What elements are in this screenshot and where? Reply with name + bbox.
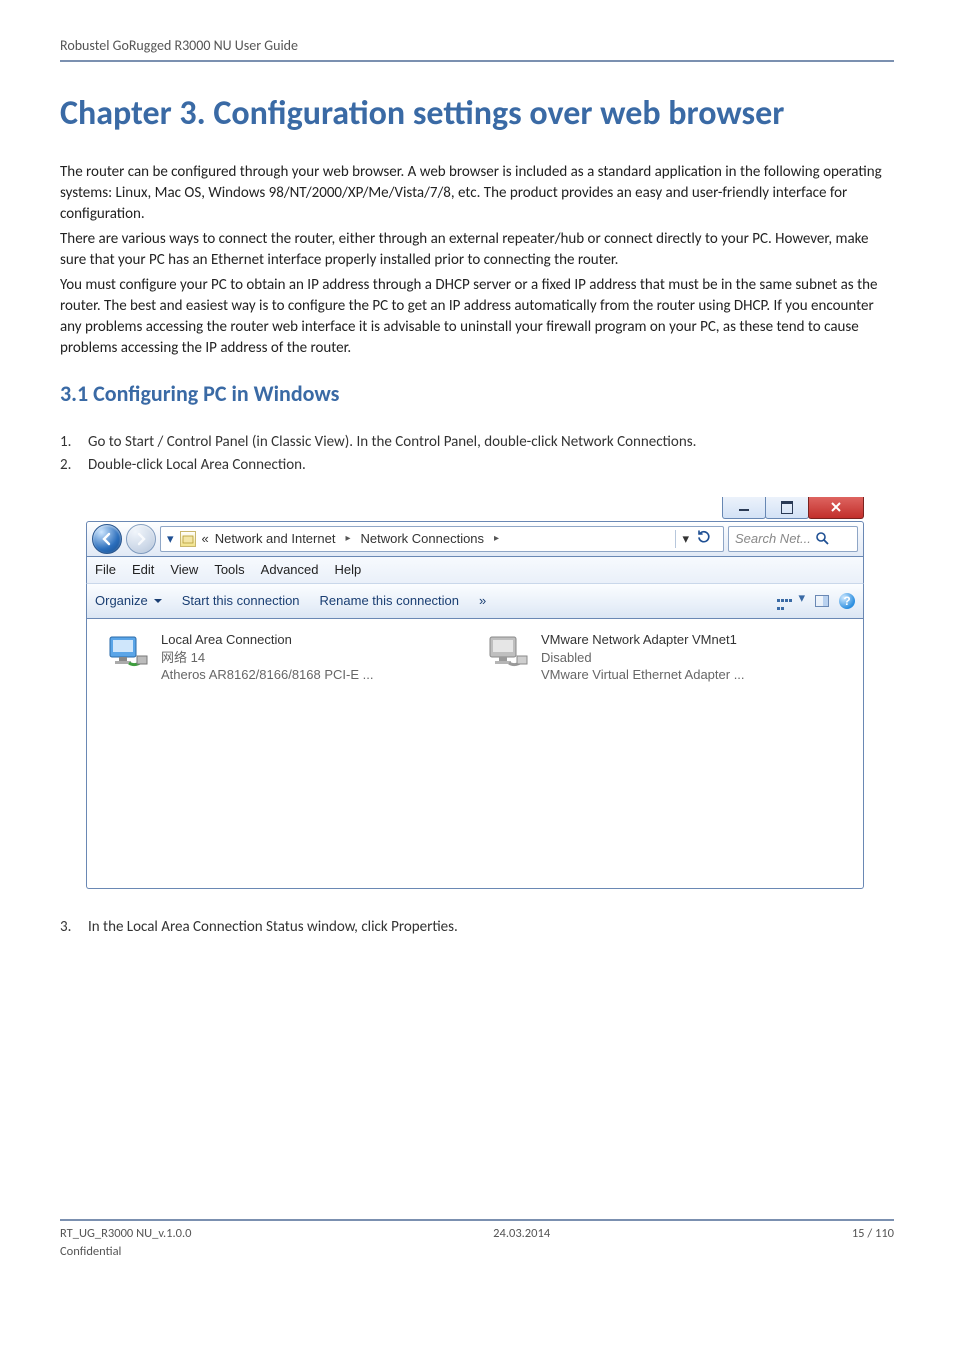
rename-connection-button[interactable]: Rename this connection — [320, 592, 459, 610]
connection-left-sub1: 网络 14 — [161, 649, 373, 667]
menu-edit[interactable]: Edit — [132, 561, 154, 579]
more-commands-button[interactable]: » — [479, 592, 486, 610]
menu-advanced[interactable]: Advanced — [261, 561, 319, 579]
menu-tools[interactable]: Tools — [214, 561, 244, 579]
network-connections-window: ▾ « Network and Internet ▸ Network Conne… — [86, 494, 864, 889]
footer-left: RT_UG_R3000 NU_v.1.0.0 — [60, 1225, 191, 1243]
back-arrow-icon — [99, 531, 115, 547]
forward-arrow-icon — [133, 531, 149, 547]
breadcrumb-seg-1[interactable]: Network and Internet — [215, 530, 336, 548]
change-view-button[interactable]: ▾ — [777, 589, 805, 613]
menu-help[interactable]: Help — [335, 561, 362, 579]
connection-left-sub2: Atheros AR8162/8166/8168 PCI-E ... — [161, 666, 373, 684]
page-footer: RT_UG_R3000 NU_v.1.0.0 24.03.2014 15 / 1… — [60, 1219, 894, 1260]
footer-center: 24.03.2014 — [493, 1225, 550, 1243]
intro-para-1: The router can be configured through you… — [60, 162, 894, 225]
connection-local-area[interactable]: Local Area Connection 网络 14 Atheros AR81… — [107, 631, 427, 684]
intro-para-3: You must configure your PC to obtain an … — [60, 275, 894, 359]
menu-file[interactable]: File — [95, 561, 116, 579]
forward-button[interactable] — [126, 524, 156, 554]
intro-para-2: There are various ways to connect the ro… — [60, 229, 894, 271]
start-connection-button[interactable]: Start this connection — [182, 592, 300, 610]
connection-right-sub2: VMware Virtual Ethernet Adapter ... — [541, 666, 745, 684]
breadcrumb-seg-2[interactable]: Network Connections — [360, 530, 484, 548]
footer-right: 15 / 110 — [852, 1225, 894, 1243]
step-2: 2. Double-click Local Area Connection. — [60, 455, 894, 476]
chapter-title: Chapter 3. Configuration settings over w… — [60, 94, 894, 135]
close-icon — [830, 501, 842, 513]
step-3: 3. In the Local Area Connection Status w… — [60, 917, 894, 938]
history-dropdown-icon[interactable]: ▾ — [167, 530, 174, 548]
connection-left-title: Local Area Connection — [161, 631, 373, 649]
minimize-button[interactable] — [722, 497, 766, 519]
breadcrumb-field[interactable]: ▾ « Network and Internet ▸ Network Conne… — [160, 526, 724, 552]
footer-confidential: Confidential — [60, 1243, 894, 1261]
search-icon[interactable] — [815, 531, 831, 547]
doc-header: Robustel GoRugged R3000 NU User Guide — [60, 36, 894, 62]
network-adapter-disabled-icon — [487, 631, 529, 673]
network-adapter-icon — [107, 631, 149, 673]
step-1-num: 1. — [60, 432, 74, 453]
step-1: 1. Go to Start / Control Panel (in Class… — [60, 432, 894, 453]
step-3-num: 3. — [60, 917, 74, 938]
address-bar: ▾ « Network and Internet ▸ Network Conne… — [86, 521, 864, 557]
step-1-text: Go to Start / Control Panel (in Classic … — [88, 432, 696, 453]
step-3-text: In the Local Area Connection Status wind… — [88, 917, 458, 938]
maximize-button[interactable] — [765, 497, 809, 519]
search-placeholder: Search Net... — [735, 530, 811, 548]
section-3-1-title: 3.1 Configuring PC in Windows — [60, 379, 894, 410]
folder-icon — [180, 531, 196, 547]
search-field[interactable]: Search Net... — [728, 526, 858, 552]
folder-view[interactable]: Local Area Connection 网络 14 Atheros AR81… — [86, 619, 864, 889]
connection-right-title: VMware Network Adapter VMnet1 — [541, 631, 745, 649]
refresh-icon — [695, 529, 711, 545]
menu-bar: File Edit View Tools Advanced Help — [86, 557, 864, 583]
step-2-text: Double-click Local Area Connection. — [88, 455, 306, 476]
breadcrumb-chevron-1[interactable]: ▸ — [341, 532, 354, 546]
breadcrumb-chevron-2[interactable]: ▸ — [490, 532, 503, 546]
connection-right-sub1: Disabled — [541, 649, 745, 667]
close-button[interactable] — [808, 497, 864, 519]
organize-button[interactable]: Organize — [95, 592, 162, 610]
menu-view[interactable]: View — [170, 561, 198, 579]
command-bar: Organize Start this connection Rename th… — [86, 583, 864, 619]
back-button[interactable] — [92, 524, 122, 554]
tiles-icon — [777, 599, 795, 613]
breadcrumb-laquo: « — [202, 530, 209, 548]
window-titlebar — [86, 494, 864, 521]
refresh-button[interactable] — [695, 529, 717, 550]
connection-vmnet1[interactable]: VMware Network Adapter VMnet1 Disabled V… — [487, 631, 807, 684]
address-dropdown-icon[interactable]: ▾ — [675, 530, 689, 548]
preview-pane-button[interactable] — [815, 595, 829, 607]
help-button[interactable]: ? — [839, 593, 855, 609]
step-2-num: 2. — [60, 455, 74, 476]
